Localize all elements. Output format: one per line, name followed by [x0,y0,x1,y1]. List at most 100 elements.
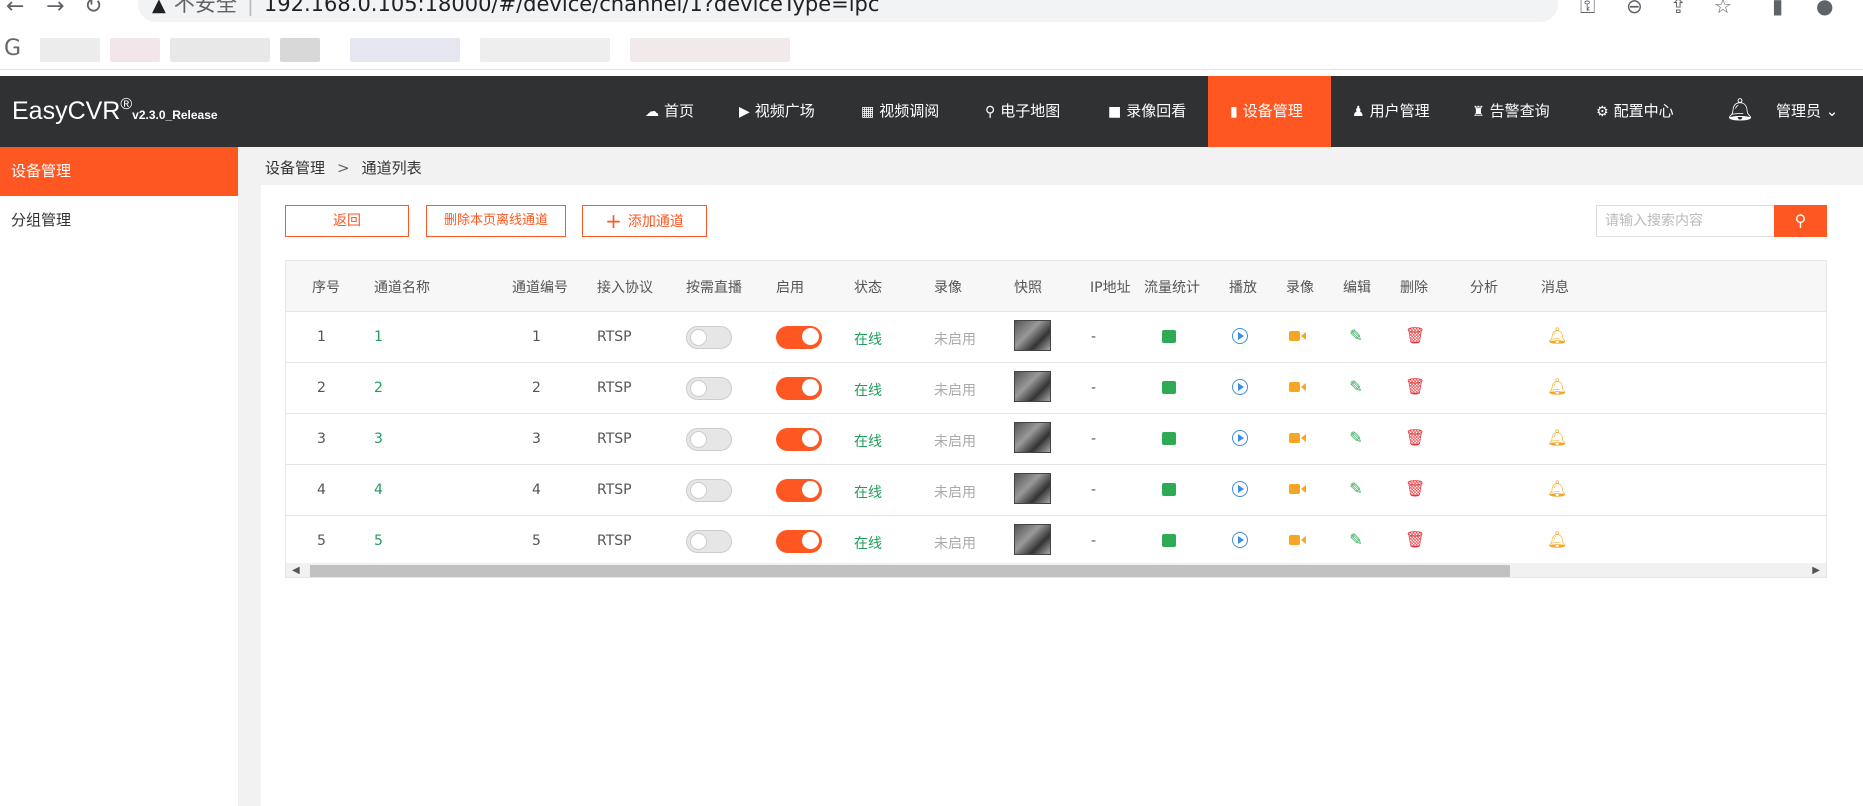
bookmark-icon[interactable]: G [4,36,21,61]
play-icon[interactable] [1232,481,1248,497]
address-bar[interactable]: ▲ 不安全 | 192.168.0.105:18000/#/device/channe… [138,0,1558,22]
on-demand-toggle[interactable] [686,479,732,502]
on-demand-toggle[interactable] [686,326,732,349]
edit-icon[interactable]: ✎ [1347,480,1365,498]
nav-alarm-query[interactable]: ♜ 告警查询 [1462,76,1560,147]
on-demand-toggle[interactable] [686,530,732,553]
message-bell-icon[interactable]: 🔔︎ [1547,429,1567,447]
nav-video-square[interactable]: ▶ 视频广场 [729,76,825,147]
search-icon: ⚲ [1794,211,1807,230]
forward-arrow-icon[interactable]: → [46,0,64,19]
enabled-toggle[interactable] [776,530,822,553]
delete-icon[interactable]: 🗑︎ [1405,480,1425,498]
delete-icon[interactable]: 🗑︎ [1405,327,1425,345]
zoom-icon[interactable]: ⊖ [1626,0,1643,18]
record-icon[interactable] [1289,433,1306,443]
key-icon[interactable]: ⚿ [1580,0,1595,18]
traffic-stats-icon[interactable] [1162,534,1176,547]
scroll-right-icon[interactable]: ▶ [1812,563,1820,577]
message-bell-icon[interactable]: 🔔︎ [1547,480,1567,498]
traffic-stats-icon[interactable] [1162,381,1176,394]
snapshot-thumbnail[interactable] [1014,524,1051,555]
message-bell-icon[interactable]: 🔔︎ [1547,531,1567,549]
cell-channel-name[interactable]: 3 [374,431,383,447]
blurred-bookmark[interactable] [110,38,160,62]
record-icon[interactable] [1289,484,1306,494]
app-logo[interactable]: EasyCVR®v2.3.0_Release [12,96,218,126]
edit-icon[interactable]: ✎ [1347,531,1365,549]
sidebar-item-device-management[interactable]: 设备管理 [0,147,238,196]
enabled-toggle[interactable] [776,326,822,349]
edit-icon[interactable]: ✎ [1347,327,1365,345]
scroll-left-icon[interactable]: ◀ [292,563,300,577]
nav-label: 录像回看 [1126,102,1187,120]
star-icon[interactable]: ☆ [1714,0,1732,18]
delete-icon[interactable]: 🗑︎ [1405,531,1425,549]
message-bell-icon[interactable]: 🔔︎ [1547,327,1567,345]
nav-video-review[interactable]: ▦ 视频调阅 [851,76,949,147]
cell-record: 未启用 [934,434,976,450]
nav-user-management[interactable]: ♟ 用户管理 [1342,76,1440,147]
breadcrumb-separator: > [337,159,350,177]
snapshot-thumbnail[interactable] [1014,371,1051,402]
bell-icon[interactable]: 🔔︎ [1726,98,1754,123]
enabled-toggle[interactable] [776,428,822,451]
enabled-toggle[interactable] [776,377,822,400]
edit-icon[interactable]: ✎ [1347,378,1365,396]
nav-map[interactable]: ⚲ 电子地图 [975,76,1070,147]
blurred-bookmark[interactable] [170,38,270,62]
share-icon[interactable]: ⇪ [1670,0,1687,18]
play-icon[interactable] [1232,532,1248,548]
nav-config-center[interactable]: ⚙ 配置中心 [1586,76,1684,147]
toggle-knob [802,532,819,549]
play-icon[interactable] [1232,430,1248,446]
nav-playback[interactable]: ■ 录像回看 [1098,76,1196,147]
cell-channel-name[interactable]: 5 [374,533,383,549]
message-bell-icon[interactable]: 🔔︎ [1547,378,1567,396]
snapshot-thumbnail[interactable] [1014,473,1051,504]
profile-icon[interactable]: ● [1816,0,1833,18]
sidebar-item-group-management[interactable]: 分组管理 [0,196,238,245]
blurred-bookmark[interactable] [630,38,790,62]
record-icon[interactable] [1289,535,1306,545]
toggle-knob [802,379,819,396]
sidepanel-icon[interactable]: ▮ [1772,0,1783,18]
app-version: v2.3.0_Release [132,108,218,122]
blurred-bookmark[interactable] [480,38,610,62]
user-menu[interactable]: 管理员 ⌄ [1776,76,1838,147]
record-icon[interactable] [1289,331,1306,341]
cell-channel-name[interactable]: 2 [374,380,383,396]
on-demand-toggle[interactable] [686,377,732,400]
scrollbar-thumb[interactable] [310,565,1510,577]
play-icon[interactable] [1232,379,1248,395]
enabled-toggle[interactable] [776,479,822,502]
search-input[interactable] [1596,205,1774,237]
back-arrow-icon[interactable]: ← [6,0,24,19]
play-icon[interactable] [1232,328,1248,344]
delete-offline-channels-button[interactable]: 删除本页离线通道 [426,205,566,237]
cell-channel-number: 1 [532,329,541,345]
nav-device-management[interactable]: ▮ 设备管理 [1208,76,1331,147]
traffic-stats-icon[interactable] [1162,432,1176,445]
reload-icon[interactable]: ↻ [84,0,102,19]
nav-home[interactable]: ☁ 首页 [635,76,704,147]
search-button[interactable]: ⚲ [1774,205,1827,237]
blurred-bookmark[interactable] [40,38,100,62]
blurred-bookmark[interactable] [350,38,460,62]
blurred-bookmark[interactable] [280,38,320,62]
cell-channel-name[interactable]: 4 [374,482,383,498]
snapshot-thumbnail[interactable] [1014,422,1051,453]
edit-icon[interactable]: ✎ [1347,429,1365,447]
back-button[interactable]: 返回 [285,205,409,237]
traffic-stats-icon[interactable] [1162,483,1176,496]
record-icon[interactable] [1289,382,1306,392]
add-channel-button[interactable]: + 添加通道 [582,205,707,237]
delete-icon[interactable]: 🗑︎ [1405,378,1425,396]
snapshot-thumbnail[interactable] [1014,320,1051,351]
on-demand-toggle[interactable] [686,428,732,451]
cell-channel-name[interactable]: 1 [374,329,383,345]
traffic-stats-icon[interactable] [1162,330,1176,343]
delete-icon[interactable]: 🗑︎ [1405,429,1425,447]
breadcrumb-parent[interactable]: 设备管理 [265,159,325,177]
horizontal-scrollbar[interactable]: ◀ ▶ [286,563,1826,577]
